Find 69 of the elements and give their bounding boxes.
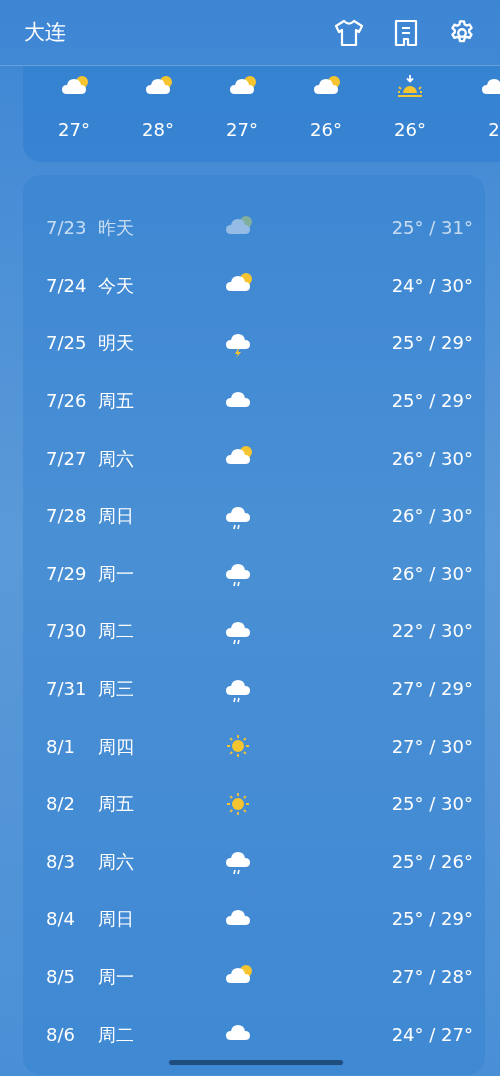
forecast-day: 周六	[98, 847, 218, 875]
document-icon[interactable]	[394, 18, 418, 47]
forecast-row[interactable]: 8/4 周日 25° / 29°	[23, 890, 485, 948]
forecast-date: 7/29	[46, 561, 88, 586]
temperature-range: 24° / 27°	[390, 1022, 473, 1047]
forecast-day: 周日	[98, 502, 218, 530]
temperature-range: 26° / 30°	[390, 561, 473, 586]
forecast-date: 7/28	[46, 504, 88, 529]
forecast-day: 昨天	[98, 214, 218, 242]
hourly-temperature: 27°	[226, 118, 258, 142]
forecast-date: 8/1	[46, 734, 76, 759]
forecast-date: 8/2	[46, 792, 76, 817]
forecast-day: 周四	[98, 732, 218, 760]
t-shirt-icon[interactable]	[334, 18, 364, 47]
forecast-date: 7/26	[46, 389, 88, 414]
forecast-day: 周五	[98, 790, 218, 818]
forecast-date: 8/3	[46, 849, 76, 874]
forecast-day: 明天	[98, 329, 218, 357]
forecast-day: 周日	[98, 905, 218, 933]
temperature-range: 27° / 29°	[390, 677, 473, 702]
forecast-row[interactable]: 7/27 周六 26° / 30°	[23, 429, 485, 487]
temperature-range: 27° / 28°	[390, 965, 473, 989]
forecast-row[interactable]: 7/30 周二 22° / 30°	[23, 602, 485, 660]
temperature-range: 25° / 29°	[390, 907, 473, 932]
forecast-row[interactable]: 8/5 周一 27° / 28°	[23, 947, 485, 1006]
forecast-day: 周二	[98, 617, 218, 645]
forecast-day: 周五	[98, 387, 218, 415]
forecast-date: 7/30	[46, 619, 88, 644]
forecast-date: 8/5	[46, 965, 76, 989]
city-name: 大连	[24, 18, 67, 46]
forecast-row[interactable]: 8/1 周四 27° / 30°	[23, 717, 485, 775]
forecast-row[interactable]: 8/6 周二 24° / 27°	[23, 1005, 485, 1063]
temperature-range: 25° / 29°	[390, 389, 473, 414]
forecast-row[interactable]: 7/26 周五 25° / 29°	[23, 371, 485, 430]
forecast-date: 8/4	[46, 907, 76, 932]
forecast-day: 周三	[98, 675, 218, 703]
forecast-date: 7/23	[46, 216, 88, 241]
temperature-range: 22° / 30°	[390, 619, 473, 644]
forecast-day: 周二	[98, 1020, 218, 1048]
temperature-range: 25° / 31°	[390, 216, 473, 241]
forecast-row[interactable]: 7/25 明天 25° / 29°	[23, 314, 485, 372]
forecast-row[interactable]: 8/3 周六 25° / 26°	[23, 832, 485, 891]
hourly-temperature: 28°	[142, 118, 174, 142]
forecast-row[interactable]: 8/2 周五 25° / 30°	[23, 774, 485, 833]
temperature-range: 24° / 30°	[390, 273, 473, 298]
forecast-row[interactable]: 7/23 昨天 25° / 31°	[23, 199, 485, 257]
temperature-range: 25° / 26°	[390, 849, 473, 874]
hourly-temperature: 26°	[310, 118, 342, 142]
temperature-range: 25° / 30°	[390, 792, 473, 817]
hourly-temperature: 26°	[394, 118, 426, 142]
forecast-day: 周一	[98, 559, 218, 587]
forecast-date: 7/31	[46, 677, 88, 702]
forecast-day: 今天	[98, 271, 218, 299]
forecast-row[interactable]: 7/24 今天 24° / 30°	[23, 256, 485, 315]
hourly-temperature: 2	[488, 118, 500, 142]
forecast-date: 7/27	[46, 446, 88, 471]
temperature-range: 27° / 30°	[390, 734, 473, 759]
forecast-row[interactable]: 7/31 周三 27° / 29°	[23, 659, 485, 718]
forecast-date: 8/6	[46, 1022, 76, 1047]
forecast-date: 7/25	[46, 331, 88, 356]
forecast-day: 周一	[98, 963, 218, 990]
forecast-date: 7/24	[46, 273, 88, 298]
forecast-row[interactable]: 7/29 周一 26° / 30°	[23, 544, 485, 603]
hourly-temperature: 27°	[58, 118, 90, 142]
temperature-range: 26° / 30°	[390, 446, 473, 471]
temperature-range: 25° / 29°	[390, 331, 473, 356]
forecast-row[interactable]: 7/28 周日 26° / 30°	[23, 486, 485, 545]
temperature-range: 26° / 30°	[390, 504, 473, 529]
forecast-day: 周六	[98, 444, 218, 472]
